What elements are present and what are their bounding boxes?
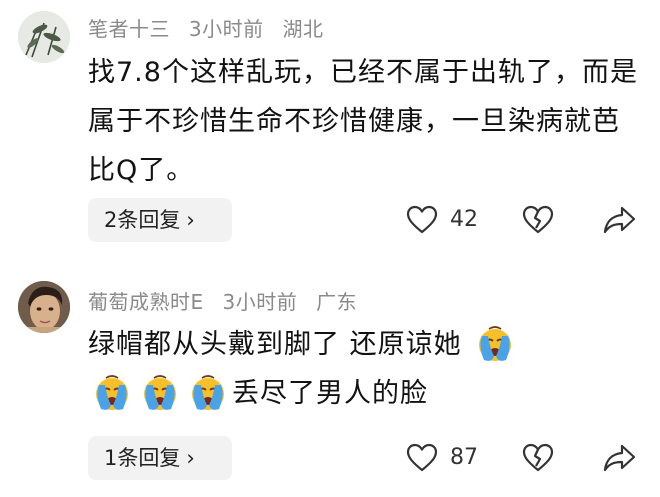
comment-text: 绿帽都从头戴到脚了 还原谅她 丢尽了男人的脸 bbox=[88, 320, 638, 418]
username[interactable]: 笔者十三 bbox=[88, 17, 170, 41]
replies-label: 1条回复 bbox=[104, 446, 181, 470]
comment-actions: 42 bbox=[402, 198, 642, 242]
comment-meta: 葡萄成熟时E 3小时前 广东 bbox=[88, 286, 369, 315]
timestamp: 3小时前 bbox=[222, 290, 298, 314]
comment-text-segment: 绿帽都从头戴到脚了 还原谅她 bbox=[88, 329, 462, 360]
broken-heart-icon[interactable] bbox=[522, 442, 554, 474]
comment-item: 葡萄成熟时E 3小时前 广东 绿帽都从头戴到脚了 还原谅她 丢尽了男人的脸 1条… bbox=[0, 258, 660, 497]
broken-heart-icon[interactable] bbox=[522, 204, 554, 236]
chevron-right-icon: › bbox=[186, 446, 195, 470]
username[interactable]: 葡萄成熟时E bbox=[88, 290, 204, 314]
avatar[interactable] bbox=[18, 11, 70, 63]
comment-meta: 笔者十三 3小时前 湖北 bbox=[88, 13, 335, 42]
view-replies-button[interactable]: 1条回复 › bbox=[88, 436, 232, 480]
heart-outline-icon[interactable] bbox=[406, 204, 438, 236]
comment-text-line: 丢尽了男人的脸 bbox=[88, 369, 638, 418]
share-arrow-icon[interactable] bbox=[602, 442, 636, 474]
crying-face-emoji bbox=[143, 375, 177, 411]
chevron-right-icon: › bbox=[186, 208, 195, 232]
replies-label: 2条回复 bbox=[104, 208, 181, 232]
like-count: 87 bbox=[450, 445, 478, 470]
share-arrow-icon[interactable] bbox=[602, 204, 636, 236]
view-replies-button[interactable]: 2条回复 › bbox=[88, 198, 232, 242]
comment-text-line: 绿帽都从头戴到脚了 还原谅她 bbox=[88, 320, 638, 369]
crying-face-emoji bbox=[95, 375, 129, 411]
timestamp: 3小时前 bbox=[188, 17, 264, 41]
location: 湖北 bbox=[282, 17, 324, 41]
crying-face-emoji bbox=[478, 326, 513, 362]
crying-face-emoji bbox=[191, 375, 225, 411]
avatar[interactable] bbox=[18, 281, 70, 333]
comment-item: 笔者十三 3小时前 湖北 找7.8个这样乱玩，已经不属于出轨了，而是属于不珍惜生… bbox=[0, 0, 660, 258]
heart-outline-icon[interactable] bbox=[406, 442, 438, 474]
comment-actions: 87 bbox=[402, 436, 642, 480]
comment-text-segment: 丢尽了男人的脸 bbox=[232, 378, 428, 409]
location: 广东 bbox=[316, 290, 358, 314]
comment-text: 找7.8个这样乱玩，已经不属于出轨了，而是属于不珍惜生命不珍惜健康，一旦染病就芭… bbox=[88, 57, 638, 186]
like-count: 42 bbox=[450, 207, 478, 232]
